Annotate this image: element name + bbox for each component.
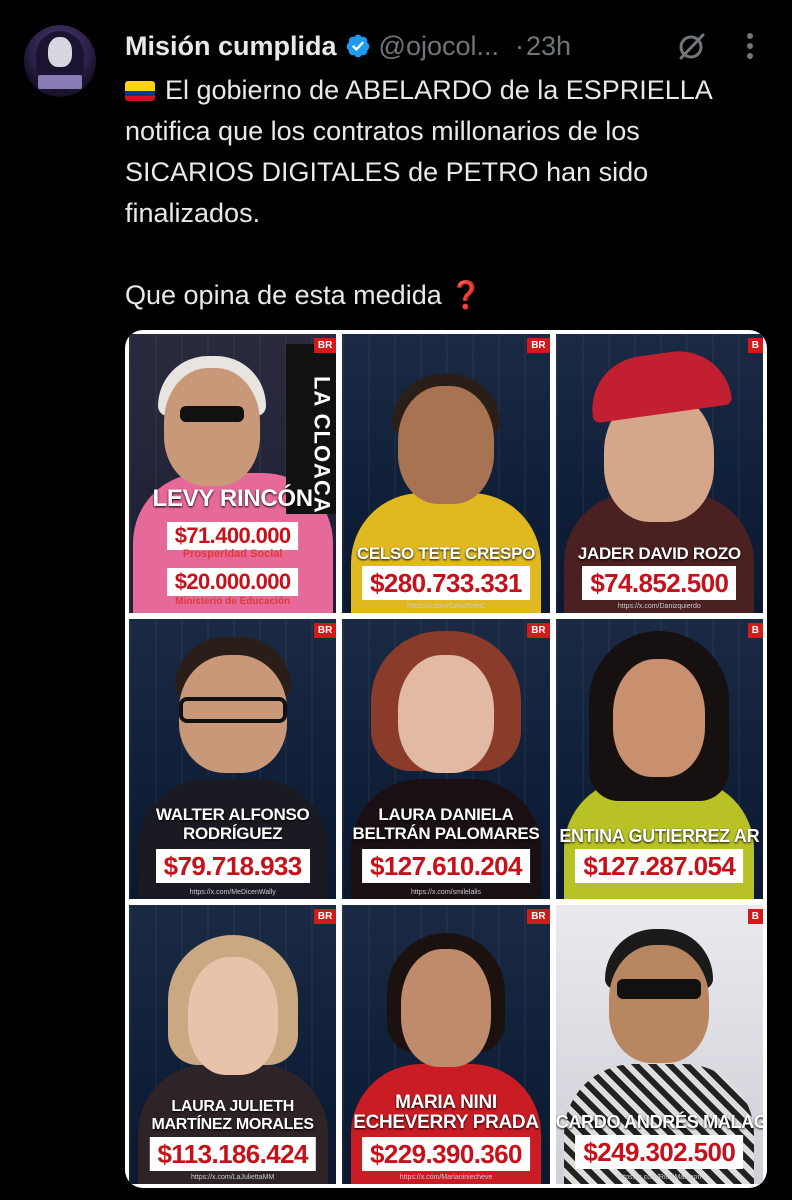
channel-badge: BR: [313, 623, 337, 639]
person-face: [397, 386, 494, 504]
person-name: MARIA NINI: [395, 1091, 497, 1113]
profile-url: https://x.com/Danizquierdo: [617, 603, 701, 611]
contract-amount: $71.400.000: [166, 522, 299, 550]
person-face: [163, 368, 260, 486]
contract-amount: $79.718.933: [155, 849, 310, 884]
contract-entity: Prosperidad Social: [182, 548, 283, 560]
channel-badge: BR: [527, 338, 550, 353]
profile-url: https://x.com/MeDicenWally: [189, 888, 276, 896]
sunglasses-icon: [617, 978, 702, 999]
profile-url: https://x.com/CelsoTeteC: [407, 603, 485, 611]
contract-entity: Ministerio de Educación: [175, 596, 291, 607]
image-collage: LA CLOACA BR LEVY RINCÓN $71.400.000 Pro…: [129, 334, 763, 1184]
channel-badge: B: [747, 908, 763, 924]
tweet-text: El gobierno de ABELARDO de la ESPRIELLA …: [125, 70, 765, 316]
glasses-icon: [178, 697, 287, 724]
collage-card: BR WALTER ALFONSO RODRÍGUEZ $79.718.933 …: [129, 619, 337, 899]
verified-badge-icon: [346, 34, 369, 58]
profile-url: https://x.com/Marianiniecheve: [399, 1174, 493, 1181]
tweet-body: El gobierno de ABELARDO de la ESPRIELLA …: [125, 75, 719, 228]
avatar-mask: [48, 37, 72, 67]
channel-badge: BR: [527, 908, 550, 924]
author-handle[interactable]: @ojocol...: [379, 31, 499, 62]
author-name[interactable]: Misión cumplida: [125, 31, 337, 62]
collage-card: B CARDO ANDRÉS MALAG $249.302.500 https:…: [555, 904, 763, 1184]
contract-amount: $20.000.000: [166, 568, 299, 596]
tweet-question: Que opina de esta medida: [125, 280, 442, 310]
contract-amount: $280.733.331: [362, 566, 530, 600]
colombia-flag-icon: [125, 81, 155, 101]
sunglasses-icon: [179, 406, 244, 422]
person-name: WALTER ALFONSO: [155, 805, 310, 825]
collage-card: BR LAURA DANIELA BELTRÁN PALOMARES $127.…: [342, 619, 550, 899]
profile-url: https://x.com/RichiMalagon: [617, 1174, 702, 1181]
more-options-icon[interactable]: [735, 30, 765, 62]
collage-card: BR MARIA NINI ECHEVERRY PRADA $229.390.3…: [342, 904, 550, 1184]
contract-amount: $249.302.500: [575, 1134, 744, 1169]
person-name: CARDO ANDRÉS MALAG: [555, 1111, 763, 1132]
channel-badge: BR: [313, 908, 337, 924]
channel-badge: BR: [527, 623, 550, 639]
person-face: [187, 956, 278, 1075]
question-mark-icon: ❓: [449, 280, 483, 310]
channel-badge: B: [747, 623, 763, 639]
collage-card: BR CELSO TETE CRESPO $280.733.331 https:…: [342, 334, 550, 614]
profile-url: https://x.com/LaJuliettaMM: [191, 1174, 275, 1181]
person-name: ENTINA GUTIERREZ AR: [559, 826, 760, 847]
avatar[interactable]: [24, 25, 96, 97]
person-name: ECHEVERRY PRADA: [353, 1111, 539, 1133]
collage-card: B ENTINA GUTIERREZ AR $127.287.054: [555, 619, 763, 899]
person-name: MARTÍNEZ MORALES: [151, 1115, 315, 1133]
person-name: RODRÍGUEZ: [183, 824, 283, 844]
person-name: LEVY RINCÓN: [152, 485, 314, 512]
person-name: BELTRÁN PALOMARES: [352, 824, 540, 844]
person-name: JADER DAVID ROZO: [577, 544, 741, 563]
person-name: CELSO TETE CRESPO: [356, 544, 536, 563]
person-name: LAURA JULIETH: [171, 1097, 294, 1115]
person-face: [400, 948, 491, 1067]
person-face: [613, 659, 706, 778]
contract-amount: $127.610.204: [362, 849, 530, 884]
channel-badge: B: [747, 338, 763, 353]
contract-amount: $127.287.054: [575, 849, 744, 884]
collage-card: B JADER DAVID ROZO $74.852.500 https://x…: [555, 334, 763, 614]
collage-card: LA CLOACA BR LEVY RINCÓN $71.400.000 Pro…: [129, 334, 337, 614]
person-face: [609, 944, 710, 1063]
tweet-image[interactable]: LA CLOACA BR LEVY RINCÓN $71.400.000 Pro…: [125, 330, 767, 1188]
timestamp[interactable]: 23h: [526, 31, 571, 62]
avatar-laptop: [38, 75, 82, 89]
separator-dot: ·: [515, 30, 524, 61]
tweet-header: Misión cumplida @ojocol... · 23h: [125, 26, 571, 66]
grok-icon[interactable]: [676, 30, 708, 62]
contract-amount: $113.186.424: [149, 1136, 316, 1171]
person-name: LAURA DANIELA: [378, 805, 514, 825]
collage-card: BR LAURA JULIETH MARTÍNEZ MORALES $113.1…: [129, 904, 337, 1184]
contract-amount: $74.852.500: [582, 566, 737, 600]
channel-badge: BR: [313, 338, 337, 353]
person-face: [397, 655, 494, 774]
contract-amount: $229.390.360: [362, 1136, 530, 1171]
profile-url: https://x.com/smilelalis: [410, 888, 481, 896]
